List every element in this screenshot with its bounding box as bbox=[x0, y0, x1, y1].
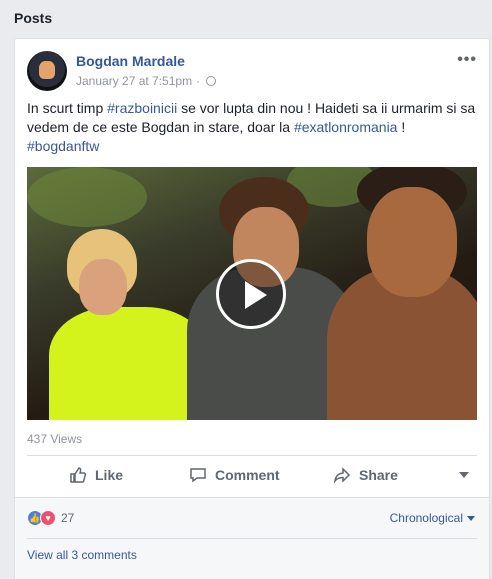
play-icon[interactable] bbox=[216, 259, 286, 329]
post-header: Bogdan Mardale January 27 at 7:51pm · ••… bbox=[27, 51, 477, 93]
author-name[interactable]: Bogdan Mardale bbox=[76, 53, 185, 69]
globe-icon[interactable] bbox=[206, 76, 217, 86]
view-count: 437 Views bbox=[27, 432, 83, 446]
post-text: In scurt timp #razboinicii se vor lupta … bbox=[27, 99, 477, 156]
share-label: Share bbox=[359, 467, 398, 483]
section-title: Posts bbox=[14, 10, 53, 26]
like-label: Like bbox=[95, 467, 124, 483]
divider bbox=[27, 455, 477, 456]
video-scene-foliage bbox=[27, 167, 147, 227]
video-scene-person bbox=[367, 187, 457, 297]
post-text-part: In scurt timp bbox=[27, 100, 108, 116]
video-player[interactable] bbox=[27, 167, 477, 420]
post-meta: January 27 at 7:51pm · bbox=[76, 74, 217, 88]
post-footer: 👍 ♥ 27 Chronological View all 3 comments bbox=[15, 497, 489, 579]
more-options-icon[interactable]: ••• bbox=[457, 51, 477, 69]
hashtag-link[interactable]: #razboinicii bbox=[107, 100, 177, 116]
hashtag-link[interactable]: #exatlonromania bbox=[294, 119, 398, 135]
post-card: Bogdan Mardale January 27 at 7:51pm · ••… bbox=[14, 38, 490, 579]
comment-button[interactable]: Comment bbox=[189, 466, 280, 484]
share-button[interactable]: Share bbox=[333, 466, 398, 484]
chevron-down-icon[interactable] bbox=[459, 472, 469, 478]
video-scene-person bbox=[79, 259, 127, 315]
comment-label: Comment bbox=[215, 467, 280, 483]
meta-separator: · bbox=[196, 74, 201, 88]
view-all-comments-link[interactable]: View all 3 comments bbox=[27, 548, 137, 562]
like-button[interactable]: Like bbox=[69, 466, 123, 484]
reaction-count: 27 bbox=[61, 511, 75, 525]
hashtag-link[interactable]: #bogdanftw bbox=[27, 138, 99, 154]
timestamp[interactable]: January 27 at 7:51pm bbox=[76, 74, 192, 88]
share-icon bbox=[333, 467, 351, 484]
post-text-part: ! bbox=[397, 119, 406, 135]
video-scene-person bbox=[49, 307, 209, 420]
thumbs-up-icon bbox=[70, 467, 87, 483]
sort-dropdown[interactable]: Chronological bbox=[390, 511, 475, 525]
avatar[interactable] bbox=[27, 51, 67, 91]
divider bbox=[27, 538, 477, 539]
comment-icon bbox=[190, 468, 206, 483]
love-reaction-icon: ♥ bbox=[40, 510, 56, 526]
chevron-down-icon bbox=[467, 515, 475, 521]
action-bar: Like Comment Share bbox=[27, 457, 477, 495]
sort-label: Chronological bbox=[389, 511, 463, 525]
reactions-summary[interactable]: 👍 ♥ 27 bbox=[27, 510, 74, 526]
